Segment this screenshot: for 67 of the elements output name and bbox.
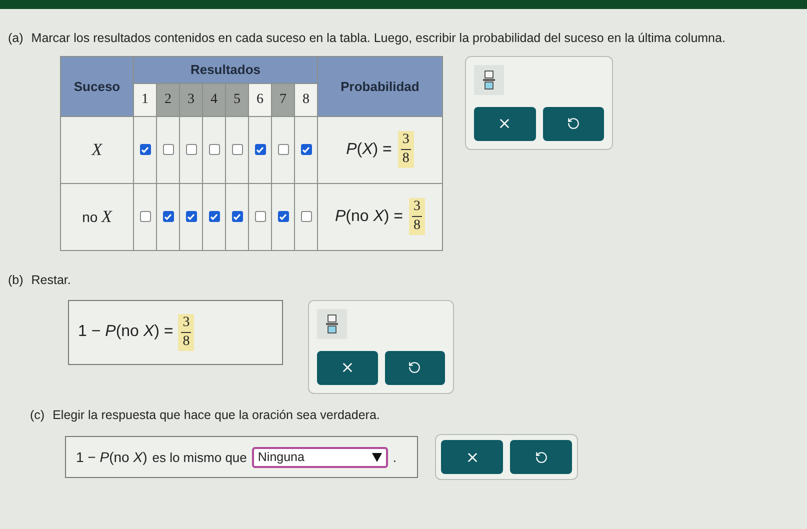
check-icon	[187, 212, 195, 221]
outcome-header: 5	[226, 83, 248, 116]
fraction-icon	[483, 70, 495, 90]
clear-button[interactable]	[474, 106, 536, 141]
outcome-header: 2	[156, 83, 180, 116]
fraction-icon	[326, 314, 338, 334]
check-icon	[302, 146, 310, 154]
event-label: X	[92, 142, 102, 158]
outcome-header: 7	[272, 83, 294, 116]
outcome-header: 8	[294, 83, 318, 116]
fraction-template-button[interactable]	[317, 308, 347, 338]
check-icon	[164, 212, 172, 221]
undo-button[interactable]	[510, 440, 572, 474]
outcome-header: 3	[180, 83, 202, 116]
probability-expression: P(no X) =	[334, 206, 404, 227]
checkbox[interactable]	[232, 144, 242, 156]
checkbox[interactable]	[232, 211, 242, 222]
checkbox[interactable]	[254, 211, 266, 222]
instruction-text: Elegir la respuesta que hace que la oración sea verdadera.	[52, 406, 380, 424]
checkbox[interactable]	[300, 211, 312, 222]
sentence-text: es lo mismo que	[152, 448, 247, 467]
instruction-text: Marcar los resultados contenidos en cada suceso en la tabla. Luego, escribir la probabilidad del suceso en la última columna.	[31, 30, 726, 47]
column-header: Probabilidad	[318, 56, 442, 116]
fraction-answer[interactable]: 3 8	[178, 314, 194, 350]
checkbox[interactable]	[162, 144, 174, 156]
fraction-answer[interactable]: 3 8	[398, 131, 414, 168]
checkbox[interactable]	[278, 211, 288, 222]
probability-expression: P(X) =	[346, 140, 392, 160]
column-header: Suceso	[60, 56, 134, 116]
undo-button[interactable]	[542, 106, 604, 141]
checkbox[interactable]	[186, 144, 196, 156]
clear-button[interactable]	[317, 350, 378, 384]
probability-expression: 1 − P(no X) =	[78, 322, 174, 342]
undo-icon	[566, 117, 580, 130]
part-label: (b)	[8, 272, 24, 289]
check-icon	[141, 146, 149, 154]
fraction-answer[interactable]: 3 8	[409, 198, 426, 236]
clear-button[interactable]	[441, 440, 503, 474]
undo-icon	[534, 450, 548, 464]
checkbox[interactable]	[208, 144, 220, 156]
check-icon	[233, 212, 241, 221]
checkbox[interactable]	[278, 144, 288, 156]
check-icon	[279, 212, 287, 221]
column-header: Resultados	[134, 56, 318, 84]
instruction-text: Restar.	[31, 272, 71, 289]
fraction-template-button[interactable]	[474, 64, 504, 95]
sentence-text: .	[392, 448, 397, 466]
outcome-header: 6	[248, 83, 272, 116]
checkbox[interactable]	[300, 144, 312, 156]
checkbox[interactable]	[208, 211, 220, 222]
checkbox[interactable]	[186, 211, 196, 222]
checkbox[interactable]	[254, 144, 266, 156]
part-label: (c)	[30, 406, 45, 424]
probability-expression: 1 − P(no X)	[76, 448, 148, 467]
outcome-header: 1	[134, 83, 156, 116]
undo-button[interactable]	[384, 350, 445, 384]
part-label: (a)	[8, 30, 24, 47]
check-icon	[210, 212, 218, 221]
undo-icon	[408, 361, 422, 374]
checkbox[interactable]	[140, 144, 150, 156]
check-icon	[256, 146, 264, 154]
event-label: no X	[82, 208, 112, 225]
dropdown-caret-icon	[372, 452, 382, 462]
outcome-header: 4	[202, 83, 226, 116]
checkbox[interactable]	[162, 211, 174, 222]
answer-dropdown[interactable]: Ninguna	[252, 446, 388, 468]
checkbox[interactable]	[140, 211, 150, 222]
